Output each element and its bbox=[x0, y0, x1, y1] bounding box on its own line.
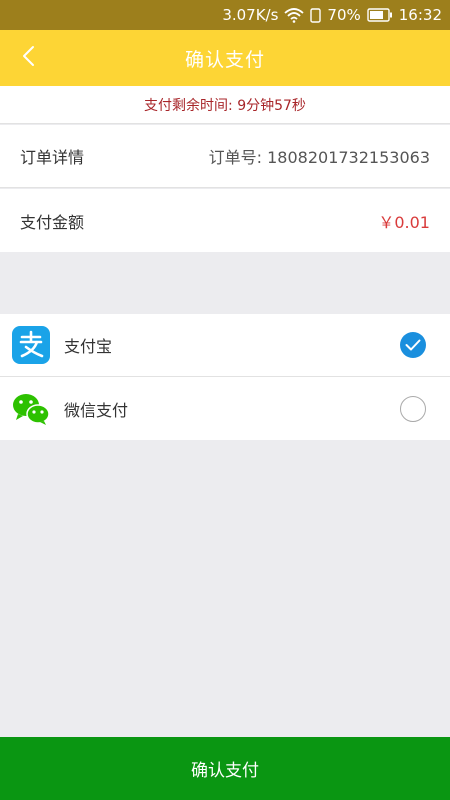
payment-amount-row: 支付金额 ￥0.01 bbox=[0, 189, 450, 252]
order-detail-label: 订单详情 bbox=[20, 148, 85, 167]
payment-method-label: 支付宝 bbox=[64, 337, 113, 356]
payment-method-label: 微信支付 bbox=[64, 400, 129, 420]
wifi-icon bbox=[284, 7, 305, 23]
chevron-left-icon bbox=[21, 45, 35, 71]
payment-method-wechat[interactable]: 微信支付 bbox=[0, 377, 450, 440]
radio-unchecked-icon[interactable] bbox=[400, 395, 426, 422]
app-bar: 确认支付 bbox=[0, 30, 450, 86]
page-title: 确认支付 bbox=[184, 48, 265, 71]
phone-icon bbox=[310, 7, 322, 23]
order-number: 订单号: 1808201732153063 bbox=[208, 148, 430, 167]
network-speed: 3.07K/s bbox=[222, 6, 279, 24]
radio-checked-icon[interactable] bbox=[400, 332, 426, 358]
wechat-icon bbox=[12, 390, 50, 428]
payment-method-alipay[interactable]: 支付宝 bbox=[0, 314, 450, 377]
payment-countdown: 支付剩余时间: 9分钟57秒 bbox=[0, 86, 450, 124]
clock: 16:32 bbox=[398, 6, 442, 24]
payment-amount-value: ￥0.01 bbox=[378, 212, 430, 232]
alipay-icon bbox=[12, 326, 50, 364]
status-bar: 3.07K/s 70% 16:32 bbox=[0, 0, 450, 30]
confirm-payment-button[interactable]: 确认支付 bbox=[0, 737, 450, 800]
battery-percent: 70% bbox=[327, 6, 361, 24]
back-button[interactable] bbox=[8, 38, 48, 78]
payment-amount-label: 支付金额 bbox=[20, 212, 85, 232]
battery-icon bbox=[367, 8, 393, 22]
order-detail-row: 订单详情 订单号: 1808201732153063 bbox=[0, 125, 450, 188]
